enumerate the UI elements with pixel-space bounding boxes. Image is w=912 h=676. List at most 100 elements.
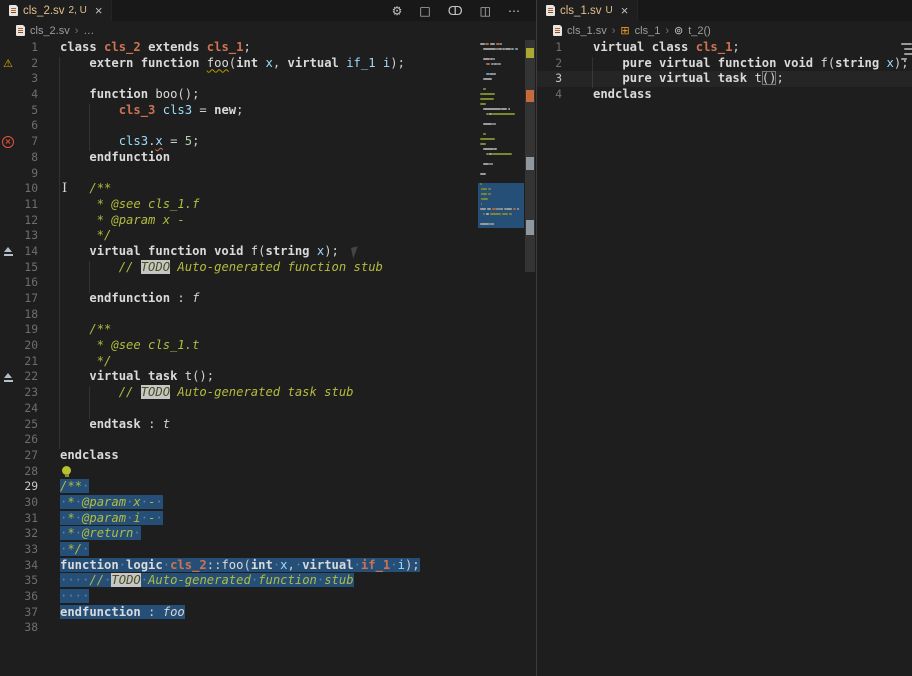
code-line[interactable]: 15 // TODO Auto-generated function stub bbox=[0, 260, 536, 276]
code-line[interactable]: 1virtual class cls_1; bbox=[537, 40, 912, 56]
code-line[interactable]: 18 bbox=[0, 307, 536, 323]
linked-circles-icon[interactable]: ↀ bbox=[448, 4, 463, 18]
minimap-line bbox=[502, 213, 508, 215]
minimap-line bbox=[490, 43, 496, 45]
minimap-line bbox=[506, 208, 512, 210]
minimap-line bbox=[482, 188, 487, 190]
code-line[interactable]: 5 cls_3 cls3 = new; bbox=[0, 103, 536, 119]
minimap-line bbox=[509, 108, 511, 110]
line-number: 2 bbox=[537, 56, 562, 72]
code-line[interactable]: 36···· bbox=[0, 589, 536, 605]
code-line[interactable]: 26 bbox=[0, 432, 536, 448]
symbol-class-icon: ⊞ bbox=[620, 24, 629, 37]
code-line[interactable]: 35····//·TODO·Auto-generated·function·st… bbox=[0, 573, 536, 589]
code-line[interactable]: 29/**· bbox=[0, 479, 536, 495]
code-line[interactable]: 34function·logic·cls_2::foo(int·x,·virtu… bbox=[0, 558, 536, 574]
minimap-line bbox=[502, 108, 507, 110]
code-line[interactable]: 38 bbox=[0, 620, 536, 636]
error-icon: × bbox=[1, 135, 15, 149]
minimap-line bbox=[491, 223, 493, 225]
minimap-line bbox=[494, 73, 496, 75]
minimap-line bbox=[494, 123, 496, 125]
code-line[interactable]: 22 virtual task t(); bbox=[0, 369, 536, 385]
more-actions-icon[interactable]: ⋯ bbox=[508, 4, 520, 18]
code-line[interactable]: 30·*·@param·x·-· bbox=[0, 495, 536, 511]
breadcrumb-item[interactable]: t_2() bbox=[688, 25, 711, 37]
minimap-line bbox=[901, 58, 907, 60]
code-line[interactable]: 16 bbox=[0, 275, 536, 291]
vertical-scrollbar[interactable] bbox=[524, 40, 536, 676]
layout-square-icon[interactable]: □ bbox=[419, 4, 430, 18]
minimap-line bbox=[509, 213, 512, 215]
code-line[interactable]: 24 bbox=[0, 401, 536, 417]
breadcrumb-item[interactable]: cls_2.sv bbox=[30, 25, 70, 37]
line-number: 10 bbox=[0, 181, 38, 197]
code-line[interactable]: 3 bbox=[0, 71, 536, 87]
code-line[interactable]: 31·*·@param·i·-· bbox=[0, 511, 536, 527]
close-icon[interactable]: × bbox=[95, 5, 103, 16]
breadcrumb-item[interactable]: cls_1 bbox=[635, 25, 661, 37]
code-line[interactable]: 10 /** bbox=[0, 181, 536, 197]
line-number: 3 bbox=[537, 71, 562, 87]
lightbulb-icon[interactable] bbox=[62, 466, 71, 475]
editor-actions: ⚙ □ ↀ ◫ ⋯ bbox=[392, 0, 536, 21]
code-line[interactable]: 17 endfunction : f bbox=[0, 291, 536, 307]
code-line[interactable]: 14 virtual function void f(string x); bbox=[0, 244, 536, 260]
code-line[interactable]: 2 pure virtual function void f(string x)… bbox=[537, 56, 912, 72]
minimap[interactable] bbox=[478, 40, 524, 676]
scrollbar-thumb[interactable] bbox=[525, 40, 535, 272]
line-number: 12 bbox=[0, 213, 38, 229]
minimap[interactable] bbox=[899, 40, 912, 676]
minimap-line bbox=[493, 58, 495, 60]
code-line[interactable]: 13 */ bbox=[0, 228, 536, 244]
code-line[interactable]: 37endfunction : foo bbox=[0, 605, 536, 621]
line-number: 1 bbox=[537, 40, 562, 56]
code-line[interactable]: 9 bbox=[0, 166, 536, 182]
code-editor[interactable]: 1class cls_2 extends cls_1;2⚠ extern fun… bbox=[0, 40, 536, 676]
code-line[interactable]: 19 /** bbox=[0, 322, 536, 338]
code-line[interactable]: 23 // TODO Auto-generated task stub bbox=[0, 385, 536, 401]
breadcrumb-item[interactable]: cls_1.sv bbox=[567, 25, 607, 37]
code-line[interactable]: 33·*/· bbox=[0, 542, 536, 558]
line-number: 33 bbox=[0, 542, 38, 558]
minimap-line bbox=[483, 123, 492, 125]
verilog-file-icon bbox=[546, 5, 555, 16]
line-number: 18 bbox=[0, 307, 38, 323]
vscode-window: cls_2.sv 2, U × ⚙ □ ↀ ◫ ⋯ cls_2.sv›… 1class … bbox=[0, 0, 912, 676]
minimap-line bbox=[483, 133, 485, 135]
code-line[interactable]: 4 function boo(); bbox=[0, 87, 536, 103]
line-number: 6 bbox=[0, 118, 38, 134]
close-icon[interactable]: × bbox=[621, 5, 629, 16]
code-line[interactable]: 8 endfunction bbox=[0, 150, 536, 166]
breadcrumb-item[interactable]: … bbox=[83, 25, 94, 37]
tab-decoration-badge: 2, U bbox=[69, 5, 87, 16]
code-line[interactable]: 12 * @param x - bbox=[0, 213, 536, 229]
code-line[interactable]: 20 * @see cls_1.t bbox=[0, 338, 536, 354]
minimap-line bbox=[490, 213, 501, 215]
minimap-line bbox=[904, 48, 912, 50]
code-line[interactable]: 3 pure virtual task t(); bbox=[537, 71, 912, 87]
breadcrumb: cls_2.sv›… bbox=[0, 21, 536, 40]
minimap-line bbox=[483, 88, 485, 90]
code-line[interactable]: 11 * @see cls_1.f bbox=[0, 197, 536, 213]
code-line[interactable]: 6 bbox=[0, 118, 536, 134]
code-line[interactable]: 32·*·@return· bbox=[0, 526, 536, 542]
tab-cls_1[interactable]: cls_1.sv U × bbox=[537, 0, 638, 21]
code-line[interactable]: 2⚠ extern function foo(int x, virtual if… bbox=[0, 56, 536, 72]
settings-gear-icon[interactable]: ⚙ bbox=[392, 4, 403, 18]
tab-cls_2[interactable]: cls_2.sv 2, U × bbox=[0, 0, 112, 21]
line-number: 19 bbox=[0, 322, 38, 338]
minimap-line bbox=[483, 213, 485, 215]
code-line[interactable]: 4endclass bbox=[537, 87, 912, 103]
code-line[interactable]: 1class cls_2 extends cls_1; bbox=[0, 40, 536, 56]
code-line[interactable]: 27endclass bbox=[0, 448, 536, 464]
code-line[interactable]: 28 bbox=[0, 464, 536, 480]
split-editor-icon[interactable]: ◫ bbox=[480, 4, 491, 18]
code-line[interactable]: 25 endtask : t bbox=[0, 417, 536, 433]
line-number: 1 bbox=[0, 40, 38, 56]
code-line[interactable]: 21 */ bbox=[0, 354, 536, 370]
code-line[interactable]: 7× cls3.x = 5; bbox=[0, 134, 536, 150]
minimap-line bbox=[490, 188, 492, 190]
code-editor[interactable]: 1virtual class cls_1;2 pure virtual func… bbox=[537, 40, 912, 676]
warning-icon: ⚠ bbox=[1, 57, 15, 71]
